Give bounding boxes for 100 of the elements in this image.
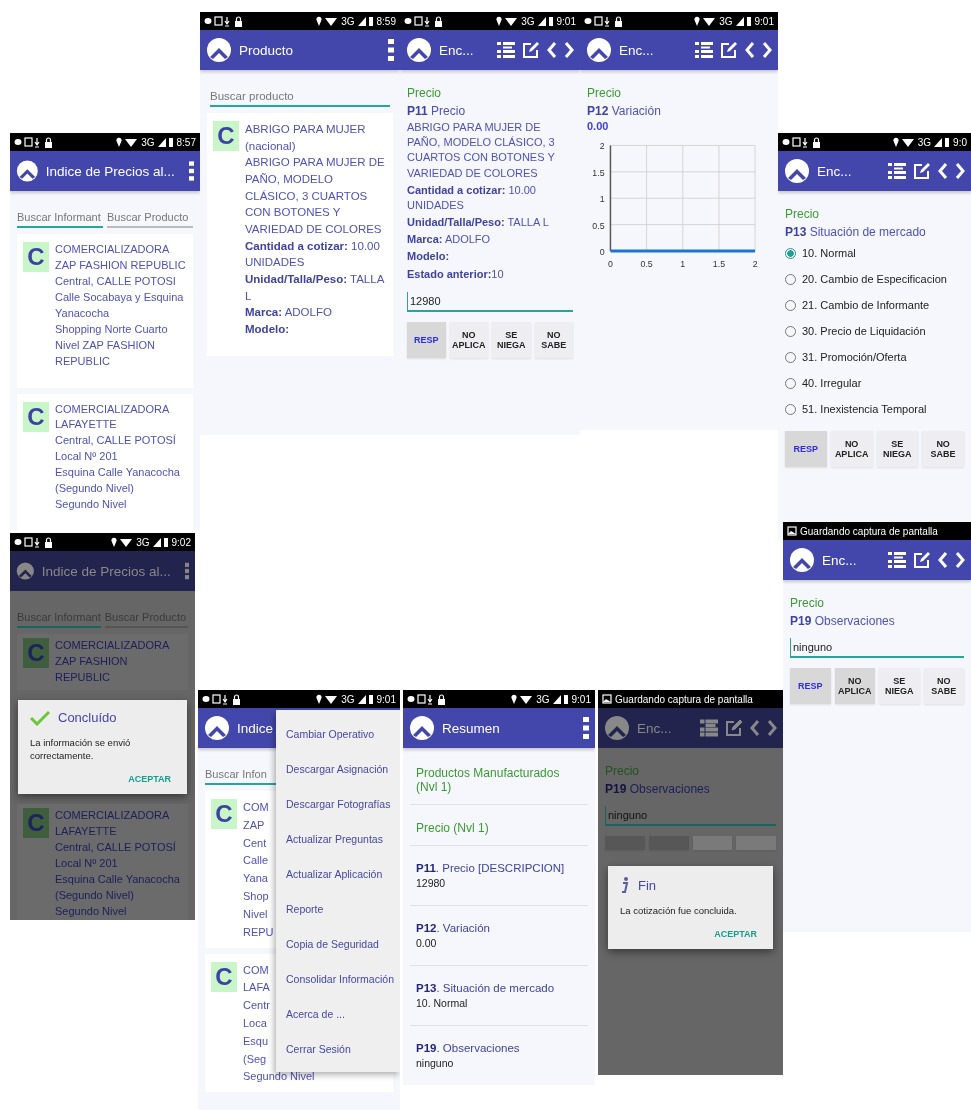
screen-title: Resumen	[442, 720, 500, 736]
question-title: P13 Situación de mercado	[785, 225, 927, 239]
informant-text: ZAP	[243, 817, 265, 833]
screen-title: Enc...	[619, 42, 654, 58]
screen-title: Enc...	[817, 163, 852, 179]
option-label: 51. Inexistencia Temporal	[802, 403, 927, 415]
product-attribute: Unidad/Talla/Peso: TALLA L	[407, 215, 550, 231]
option-label: 21. Cambio de Informante	[802, 299, 930, 311]
clock-time: 9:01	[556, 15, 576, 27]
dialog-message: La información se envió correctamente.	[30, 735, 132, 763]
informant-text: COM	[243, 800, 269, 815]
answer-text: 12980	[416, 877, 447, 889]
answer-text: 10. Normal	[416, 997, 469, 1009]
axis-tick-label: 1.5	[712, 258, 726, 269]
question-title: P11 Precio	[407, 104, 467, 118]
section-title: Precio	[407, 86, 442, 100]
answer-text: 0.00	[416, 937, 438, 949]
informant-text: (Segundo Nivel)	[55, 481, 134, 497]
axis-tick-label: 2	[752, 258, 758, 269]
network-type: 3G	[341, 15, 355, 27]
informant-text: Segundo Nivel	[55, 904, 127, 920]
clock-time: 9:01	[571, 693, 591, 705]
informant-text: COMERCIALIZADORA LAFAYETTE	[55, 401, 170, 433]
axis-tick-label: 1	[599, 194, 605, 205]
network-type: 3G	[917, 136, 932, 148]
axis-tick-label: 0.5	[592, 220, 605, 231]
question-title: P19. Observaciones	[416, 1042, 521, 1054]
notification-text: Guardando captura de pantalla	[615, 693, 753, 705]
network-type: 3G	[719, 15, 733, 27]
informant-text: Local Nº 201	[55, 449, 118, 465]
option-label: 10. Normal	[802, 247, 856, 259]
section-title: Precio	[587, 86, 622, 100]
dialog-message: La cotización fue concluida.	[620, 904, 738, 918]
screen-title: Enc...	[439, 42, 474, 58]
question-title: P12. Variación	[416, 922, 491, 934]
product-attribute: Marca: ADOLFO	[407, 232, 492, 248]
product-attribute: Estado anterior:10	[407, 266, 505, 282]
informant-text: Central, CALLE POTOSI	[55, 273, 176, 289]
informant-text: Loca	[243, 1015, 267, 1031]
product-attribute: Cantidad a cotizar: 10.00 UNIDADES	[245, 238, 381, 271]
section-title: Precio	[790, 596, 825, 610]
informant-text: Shopping Norte Cuarto Nivel ZAP FASHION REPUBLIC	[55, 321, 169, 369]
option-label: 30. Precio de Liquidación	[802, 325, 926, 337]
axis-tick-label: 0	[599, 246, 605, 257]
clock-time: 9:0	[953, 136, 967, 148]
question-title: P12 Variación	[587, 104, 662, 118]
screen-title: Indice de Precios al...	[45, 163, 175, 179]
informant-text: Esquina Calle Yanacocha	[55, 465, 180, 481]
clock-time: 8:59	[376, 15, 396, 27]
axis-tick-label: 2	[599, 141, 605, 152]
variation-value: 0.00	[587, 120, 610, 132]
axis-tick-label: 0.5	[640, 258, 653, 269]
axis-tick-label: 1.5	[592, 167, 605, 178]
clock-time: 8:57	[176, 136, 196, 148]
informant-text: Calle Socabaya y Esquina Yanacocha	[55, 289, 185, 321]
informant-text: Local Nº 201	[55, 856, 118, 872]
product-description: ABRIGO PARA MUJER DE PAÑO, MODELO CLÁSICO, 3 CUARTOS CON BOTONES Y VARIEDAD DE COLORES	[245, 155, 386, 238]
question-title: P13. Situación de mercado	[416, 982, 556, 994]
network-type: 3G	[341, 693, 355, 705]
axis-tick-label: 1	[680, 258, 686, 269]
letter-avatar: C	[211, 799, 237, 829]
letter-avatar: C	[211, 961, 237, 992]
letter-avatar: C	[23, 242, 49, 272]
question-description: ABRIGO PARA MUJER DE PAÑO, MODELO CLÁSICO, 3 CUARTOS CON BOTONES Y VARIEDAD DE COLORES	[407, 120, 556, 181]
informant-text: Central, CALLE POTOSÍ	[55, 840, 176, 856]
product-attribute: Cantidad a cotizar: 10.00 UNIDADES	[407, 182, 537, 213]
informant-text: COMERCIALIZADORA ZAP FASHION REPUBLIC	[55, 242, 187, 273]
screen-title: Enc...	[822, 552, 857, 568]
screen-title: Enc...	[637, 720, 672, 736]
informant-text: LAFA	[243, 980, 270, 996]
screen-title: Producto	[239, 42, 294, 58]
informant-text: Yana	[243, 871, 268, 887]
informant-text: Esqu	[243, 1033, 269, 1049]
informant-text: Esquina Calle Yanacocha	[55, 872, 180, 888]
informant-text: Shop	[243, 889, 269, 905]
informant-text: (Segundo Nivel)	[55, 888, 134, 904]
informant-text: Cent	[243, 835, 267, 851]
informant-text: Segundo Nivel	[55, 497, 127, 513]
option-label: 20. Cambio de Especificacion	[802, 273, 947, 285]
clock-time: 9:01	[754, 15, 774, 27]
question-title: P19 Observaciones	[790, 614, 896, 628]
letter-avatar: C	[23, 808, 49, 839]
letter-avatar: C	[213, 121, 239, 151]
network-type: 3G	[536, 693, 550, 705]
axis-tick-label: 0	[608, 258, 613, 269]
informant-text: Nivel	[243, 906, 268, 922]
product-attribute: Marca: ADOLFO	[245, 305, 332, 321]
product-name: ABRIGO PARA MUJER (nacional)	[245, 122, 367, 154]
network-type: 3G	[521, 15, 535, 27]
informant-text: Centr	[243, 998, 270, 1014]
informant-text: Calle	[243, 853, 269, 869]
section-title: Precio (Nvl 1)	[410, 811, 588, 846]
dialog-title: Fin	[638, 877, 657, 893]
informant-text: COMERCIALIZADORA LAFAYETTE	[55, 808, 170, 840]
clock-time: 9:01	[376, 693, 396, 705]
product-attribute: Modelo:	[245, 322, 290, 338]
letter-avatar: C	[23, 638, 49, 668]
section-title: Precio	[785, 207, 820, 221]
question-title: P11. Precio [DESCRIPCION]	[416, 862, 566, 874]
informant-text: Segundo Nivel	[243, 1069, 315, 1085]
